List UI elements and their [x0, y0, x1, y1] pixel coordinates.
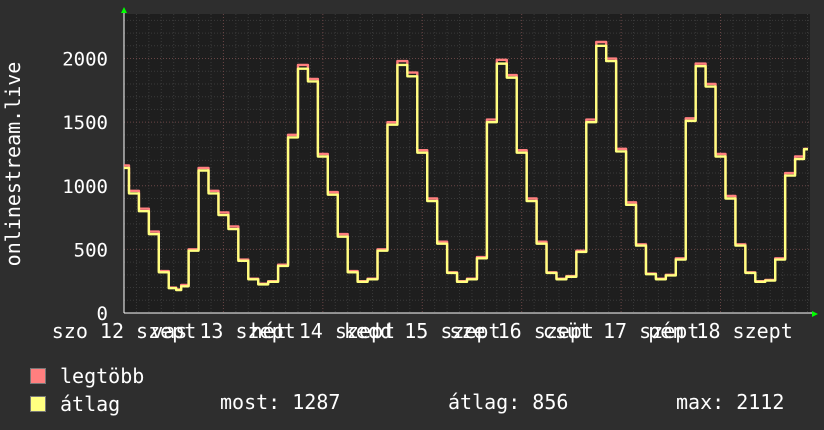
legend-label-max: legtöbb [60, 364, 145, 388]
y-tick-label: 2000 [62, 49, 108, 71]
x-axis-arrow [812, 311, 818, 317]
y-axis-label: onlinestream.live [1, 62, 25, 267]
stat-current: most: 1287 [220, 390, 341, 414]
chart: 0500100015002000 szo 12 szeptvas 13 szep… [1, 7, 818, 343]
legend-swatch-max [30, 368, 46, 384]
x-axis: szo 12 szeptvas 13 szepthét 14 szeptkedd… [52, 312, 812, 343]
legend: legtöbb átlag [30, 362, 144, 418]
y-axis-arrow [121, 7, 127, 13]
y-tick-label: 1500 [62, 112, 108, 134]
stat-average: átlag: 856 [448, 390, 569, 414]
legend-label-average: átlag [60, 392, 121, 416]
stat-max: max: 2112 [676, 390, 785, 414]
y-axis: 0500100015002000 [62, 12, 125, 325]
y-tick-label: 1000 [62, 176, 108, 198]
legend-item-max: legtöbb [30, 362, 144, 390]
x-tick-label: pén 18 szept [648, 319, 793, 343]
y-tick-label: 500 [74, 239, 108, 261]
legend-swatch-average [30, 396, 46, 412]
legend-item-average: átlag [30, 390, 144, 418]
